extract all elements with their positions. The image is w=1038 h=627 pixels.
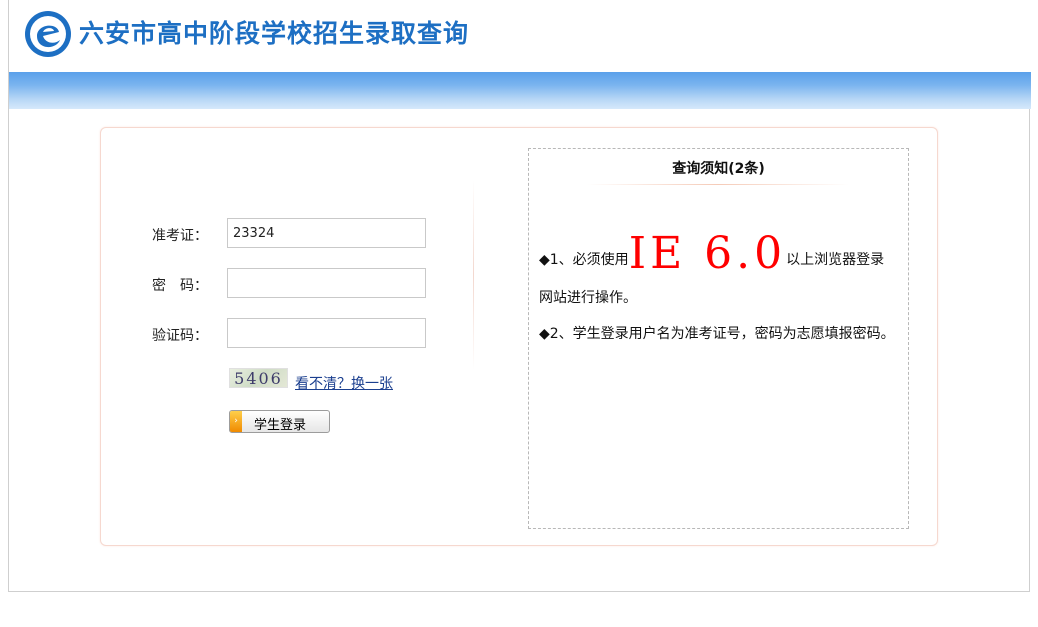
notice-box: 查询须知(2条) ◆1、必须使用IE 6.0以上浏览器登录网站进行操作。 ◆2、… xyxy=(528,148,909,529)
notice-title: 查询须知(2条) xyxy=(672,161,765,177)
arrow-right-icon: › xyxy=(230,411,242,432)
exam-number-input[interactable] xyxy=(227,218,426,248)
notice-title-underline xyxy=(587,184,849,185)
password-label: 密 码： xyxy=(152,278,208,294)
exam-number-label: 准考证： xyxy=(152,228,208,244)
password-input[interactable] xyxy=(227,268,426,298)
notice-item-2: ◆2、学生登录用户名为准考证号，密码为志愿填报密码。 xyxy=(539,326,895,342)
circular-e-logo-icon xyxy=(25,11,71,57)
refresh-captcha-link[interactable]: 看不清？换一张 xyxy=(295,373,393,393)
panel-divider xyxy=(473,180,474,370)
captcha-image[interactable]: 5406 xyxy=(229,368,288,388)
site-title: 六安市高中阶段学校招生录取查询 xyxy=(79,19,470,48)
captcha-input[interactable] xyxy=(227,318,426,348)
page-frame: 六安市高中阶段学校招生录取查询 准考证： 密 码： 验证码： 5406 看不清？… xyxy=(8,0,1031,592)
captcha-label: 验证码： xyxy=(152,328,208,344)
student-login-label: 学生登录 xyxy=(254,418,307,433)
notice-item-1-prefix: ◆1、必须使用 xyxy=(539,252,629,268)
login-panel: 准考证： 密 码： 验证码： 5406 看不清？换一张 › 学生登录 查询须知(… xyxy=(100,127,938,546)
student-login-button[interactable]: › 学生登录 xyxy=(229,410,330,433)
notice-item-1-highlight: IE 6.0 xyxy=(628,228,787,279)
notice-item-1: ◆1、必须使用IE 6.0以上浏览器登录网站进行操作。 xyxy=(539,232,897,317)
notice-content: ◆1、必须使用IE 6.0以上浏览器登录网站进行操作。 ◆2、学生登录用户名为准… xyxy=(539,232,897,345)
header-banner xyxy=(9,72,1031,109)
header: 六安市高中阶段学校招生录取查询 xyxy=(9,0,1031,72)
